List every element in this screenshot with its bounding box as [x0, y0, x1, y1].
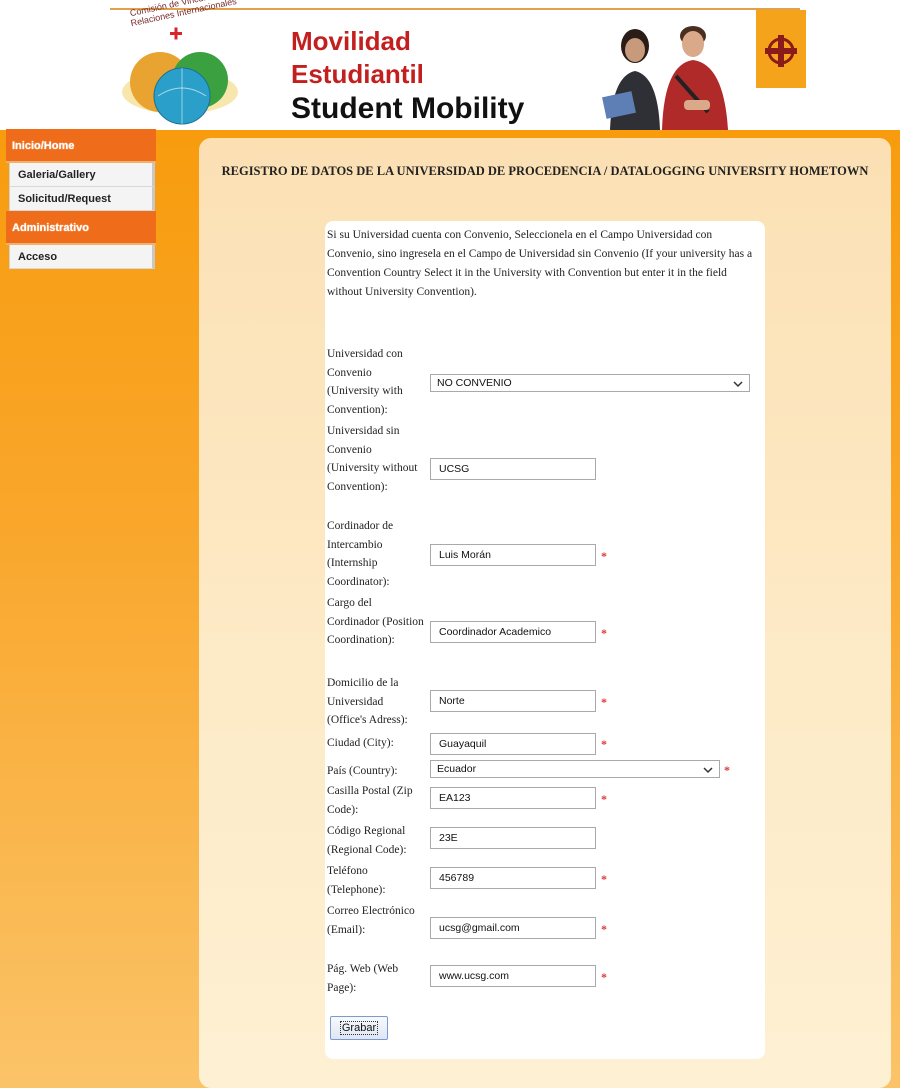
univ-sin-label: Universidad sin Convenio (University wit… — [327, 425, 418, 493]
zip-input[interactable]: EA123 — [430, 787, 596, 809]
coordinator-input[interactable]: Luis Morán — [430, 544, 596, 566]
address-required-mark: * — [601, 695, 607, 709]
address-label: Domicilio de la Universidad (Office's Ad… — [327, 677, 408, 726]
web-required-mark: * — [601, 970, 607, 984]
email-label: Correo Electrónico (Email): — [327, 905, 415, 936]
web-label: Pág. Web (Web Page): — [327, 963, 399, 994]
phone-required-mark: * — [601, 872, 607, 886]
univ-con-select[interactable]: NO CONVENIO — [430, 374, 750, 392]
site-title-line2: Estudiantil — [291, 59, 424, 89]
site-title-line1: Movilidad — [291, 26, 411, 56]
save-button[interactable]: Grabar — [330, 1016, 388, 1040]
chevron-down-icon — [703, 767, 713, 774]
save-button-label: Grabar — [339, 1021, 379, 1035]
page-title: REGISTRO DE DATOS DE LA UNIVERSIDAD DE P… — [221, 164, 869, 178]
university-emblem — [756, 10, 806, 88]
cross-icon — [765, 35, 797, 67]
position-required-mark: * — [601, 626, 607, 640]
menu-section-home[interactable]: Inicio/Home — [6, 129, 156, 163]
country-value: Ecuador — [437, 763, 477, 775]
menu-item-request[interactable]: Solicitud/Request — [9, 187, 155, 211]
coordinator-label: Cordinador de Intercambio (Internship Co… — [327, 520, 394, 588]
web-input[interactable]: www.ucsg.com — [430, 965, 596, 987]
email-input[interactable]: ucsg@gmail.com — [430, 917, 596, 939]
position-label: Cargo del Cordinador (Position Coordinat… — [327, 597, 424, 646]
students-photo — [602, 26, 728, 130]
menu-item-access[interactable]: Acceso — [9, 245, 155, 269]
position-input[interactable]: Coordinador Academico — [430, 621, 596, 643]
city-input[interactable]: Guayaquil — [430, 733, 596, 755]
univ-sin-input[interactable]: UCSG — [430, 458, 596, 480]
sidebar-menu: Inicio/Home Galeria/Gallery Solicitud/Re… — [6, 129, 156, 269]
site-title-line3: Student Mobility — [291, 92, 525, 125]
phone-input[interactable]: 456789 — [430, 867, 596, 889]
city-label: Ciudad (City): — [327, 737, 394, 749]
site-header: Comisión de Vinculación y Relaciones Int… — [0, 0, 900, 130]
country-required-mark: * — [724, 763, 730, 777]
country-select[interactable]: Ecuador — [430, 760, 720, 778]
city-required-mark: * — [601, 737, 607, 751]
univ-con-label: Universidad con Convenio (University wit… — [327, 348, 403, 416]
zip-required-mark: * — [601, 792, 607, 806]
regional-code-input[interactable]: 23E — [430, 827, 596, 849]
menu-section-admin[interactable]: Administrativo — [6, 211, 156, 245]
chevron-down-icon — [733, 381, 743, 388]
address-input[interactable]: Norte — [430, 690, 596, 712]
form-instructions: Si su Universidad cuenta con Convenio, S… — [327, 229, 753, 298]
email-required-mark: * — [601, 922, 607, 936]
univ-con-value: NO CONVENIO — [437, 377, 512, 389]
phone-label: Teléfono (Telephone): — [327, 865, 386, 896]
menu-item-gallery[interactable]: Galeria/Gallery — [9, 163, 155, 187]
country-label: País (Country): — [327, 765, 398, 777]
zip-label: Casilla Postal (Zip Code): — [327, 785, 413, 816]
regional-code-label: Código Regional (Regional Code): — [327, 825, 407, 856]
coordinator-required-mark: * — [601, 549, 607, 563]
